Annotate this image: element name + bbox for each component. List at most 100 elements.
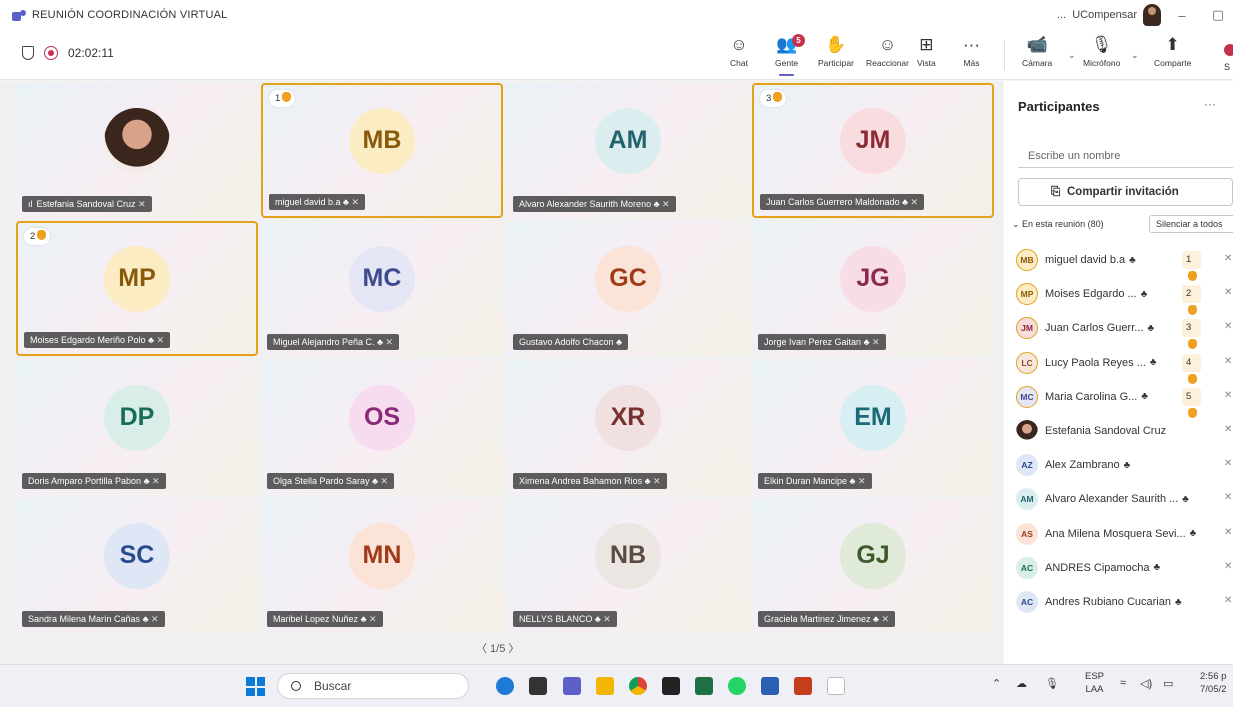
participant-list-name: Maria Carolina G... xyxy=(1045,390,1138,403)
powerpoint-icon[interactable] xyxy=(794,677,812,695)
mic-options-chevron-icon[interactable]: ⌄ xyxy=(1131,50,1139,61)
toolbar-react-button[interactable]: ☺ Reaccionar xyxy=(866,34,909,68)
participant-tile[interactable]: GC Gustavo Adolfo Chacon ♣ xyxy=(507,221,749,356)
participant-name: Maribel Lopez Nuñez xyxy=(273,614,359,624)
participant-list-avatar: MB xyxy=(1016,249,1038,271)
participant-tile[interactable]: AM Alvaro Alexander Saurith Moreno ♣ ✕ xyxy=(507,83,749,218)
participant-tile[interactable]: MP Moises Edgardo Meriño Polo ♣ ✕ 2 xyxy=(16,221,258,356)
hand-order: 4 xyxy=(1186,356,1192,368)
participant-list-item[interactable]: AZ Alex Zambrano ♣ ✕ xyxy=(1016,450,1232,480)
file-explorer-icon[interactable] xyxy=(596,677,614,695)
camera-options-chevron-icon[interactable]: ⌄ xyxy=(1068,50,1076,61)
toolbar-raise-hand-button[interactable]: ✋ Participar xyxy=(818,34,854,68)
org-icon: ♣ xyxy=(1182,493,1189,505)
toolbar-more-button[interactable]: ··· Más xyxy=(963,34,980,68)
tray-chevron-icon[interactable]: ⌃ xyxy=(992,677,1001,690)
participant-tile[interactable]: JM Juan Carlos Guerrero Maldonado ♣ ✕ 3 xyxy=(752,83,994,218)
excel-icon[interactable] xyxy=(695,677,713,695)
teams-taskbar-icon[interactable] xyxy=(563,677,581,695)
app-icon[interactable] xyxy=(529,677,547,695)
start-menu-icon[interactable] xyxy=(246,677,265,696)
microphone-icon: 🎙 xyxy=(1090,35,1113,54)
participant-name-label: Ximena Andrea Bahamon Rios ♣ ✕ xyxy=(513,473,667,489)
toolbar-react-label: Reaccionar xyxy=(866,58,909,68)
participant-tile[interactable]: SC Sandra Milena Marín Cañas ♣ ✕ xyxy=(16,498,258,633)
mic-muted-icon: ✕ xyxy=(1224,253,1233,264)
taskbar-search[interactable]: Buscar xyxy=(277,673,469,699)
wifi-icon[interactable]: ≈ xyxy=(1120,677,1126,689)
language-indicator[interactable]: ESP LAA xyxy=(1085,670,1104,696)
document-warning-icon[interactable] xyxy=(827,677,845,695)
participant-list-item[interactable]: AM Alvaro Alexander Saurith ... ♣ ✕ xyxy=(1016,484,1232,514)
toolbar-view-button[interactable]: ⊞ Vista xyxy=(917,34,936,68)
participant-list-item[interactable]: AS Ana Milena Mosquera Sevi... ♣ ✕ xyxy=(1016,519,1232,549)
org-icon: ♣ xyxy=(369,476,378,486)
raised-hand-badge: 4 xyxy=(1182,353,1201,384)
toolbar-camera-button[interactable]: 📹 Cámara xyxy=(1022,34,1052,68)
share-invite-button[interactable]: ⎘ Compartir invitación xyxy=(1018,178,1233,206)
participant-list-name: Estefania Sandoval Cruz xyxy=(1045,425,1167,437)
participant-tile[interactable]: XR Ximena Andrea Bahamon Rios ♣ ✕ xyxy=(507,360,749,495)
mic-muted-icon: ✕ xyxy=(153,335,165,345)
panel-more-button[interactable]: ··· xyxy=(1204,97,1216,111)
mic-muted-icon: ✕ xyxy=(650,476,661,486)
participant-tile[interactable]: ıl Estefania Sandoval Cruz ✕ xyxy=(16,83,258,218)
taskbar-clock[interactable]: 2:56 p 7/05/2 xyxy=(1200,670,1226,696)
volume-icon[interactable]: ◁) xyxy=(1140,677,1152,690)
participant-list-item[interactable]: AC Andres Rubiano Cucarian ♣ ✕ xyxy=(1016,587,1232,617)
participant-list-item[interactable]: AC ANDRES Cipamocha ♣ ✕ xyxy=(1016,553,1232,583)
participant-tile[interactable]: GJ Graciela Martinez Jimenez ♣ ✕ xyxy=(752,498,994,633)
mic-muted-icon: ✕ xyxy=(878,614,890,624)
minimize-button[interactable]: – xyxy=(1167,8,1197,23)
raised-hand-badge: 5 xyxy=(1182,387,1201,418)
user-avatar[interactable] xyxy=(1143,4,1161,26)
participant-tile[interactable]: DP Doris Amparo Portilla Pabon ♣ ✕ xyxy=(16,360,258,495)
participant-tile[interactable]: EM Elkin Duran Mancipe ♣ ✕ xyxy=(752,360,994,495)
participant-avatar: XR xyxy=(595,384,661,451)
people-count-badge: 5 xyxy=(792,34,805,47)
participant-search-input[interactable]: Escribe un nombre xyxy=(1018,144,1233,168)
toolbar-share-button[interactable]: ⬆ Comparte xyxy=(1154,34,1191,68)
toolbar-microphone-label: Micrófono xyxy=(1083,58,1121,68)
battery-icon[interactable]: ▭ xyxy=(1163,677,1173,690)
mic-muted-icon: ✕ xyxy=(908,197,919,207)
sticky-notes-icon[interactable] xyxy=(662,677,680,695)
toolbar-chat-button[interactable]: ☺ Chat xyxy=(730,34,748,68)
onedrive-icon[interactable] xyxy=(496,677,514,695)
grid-pager[interactable]: 〈 1/5 〉 xyxy=(476,640,519,656)
restore-button[interactable]: ▢ xyxy=(1203,7,1233,23)
participant-tile[interactable]: MC Miguel Alejandro Peña C. ♣ ✕ xyxy=(261,221,503,356)
hand-order: 2 xyxy=(1186,288,1192,300)
raised-hand-badge: 2 xyxy=(1182,285,1201,316)
leave-button-edge[interactable] xyxy=(1224,44,1233,56)
mic-muted-tray-icon[interactable]: 🎙 xyxy=(1045,677,1059,690)
participant-list-item[interactable]: MC Maria Carolina G... ♣ 5 ✕ xyxy=(1016,382,1232,418)
cloud-icon[interactable]: ☁ xyxy=(1016,677,1027,690)
participant-avatar: MN xyxy=(349,522,415,589)
org-icon: ♣ xyxy=(1129,254,1136,266)
toolbar-people-button[interactable]: 👥 Gente 5 xyxy=(775,34,805,76)
leave-label-partial: S xyxy=(1224,62,1231,72)
org-icon: ♣ xyxy=(1189,528,1197,540)
participant-tile[interactable]: OS Olga Stella Pardo Saray ♣ ✕ xyxy=(261,360,503,495)
in-meeting-section-toggle[interactable]: ⌄ En esta reunión (80) xyxy=(1012,219,1104,230)
participant-list-item[interactable]: JM Juan Carlos Guerr... ♣ 3 ✕ xyxy=(1016,313,1232,350)
participant-list-item[interactable]: MB miguel david b.a ♣ 1 ✕ xyxy=(1016,245,1232,281)
mic-muted-icon: ✕ xyxy=(1224,458,1233,470)
whatsapp-icon[interactable] xyxy=(728,677,746,695)
participant-list-item[interactable]: Estefania Sandoval Cruz ✕ xyxy=(1016,416,1232,446)
participant-tile[interactable]: MB miguel david b.a ♣ ✕ 1 xyxy=(261,83,503,218)
participant-tile[interactable]: MN Maribel Lopez Nuñez ♣ ✕ xyxy=(261,498,503,633)
participant-list-item[interactable]: MP Moises Edgardo ... ♣ 2 ✕ xyxy=(1016,279,1232,316)
title-more-button[interactable]: ... xyxy=(1057,9,1066,21)
participant-tile[interactable]: NB NELLYS BLANCO ♣ ✕ xyxy=(507,498,749,633)
hand-order: 1 xyxy=(275,93,281,104)
org-icon: ♣ xyxy=(613,337,622,347)
mute-all-button[interactable]: Silenciar a todos xyxy=(1149,215,1233,233)
participant-tile[interactable]: JG Jorge Ivan Perez Gaitan ♣ ✕ xyxy=(752,221,994,356)
participant-list-avatar: AM xyxy=(1016,488,1038,511)
chrome-icon[interactable] xyxy=(629,677,647,695)
toolbar-microphone-button[interactable]: 🎙 Micrófono xyxy=(1083,34,1120,68)
participant-list-item[interactable]: LC Lucy Paola Reyes ... ♣ 4 ✕ xyxy=(1016,348,1232,384)
word-icon[interactable] xyxy=(761,677,779,695)
